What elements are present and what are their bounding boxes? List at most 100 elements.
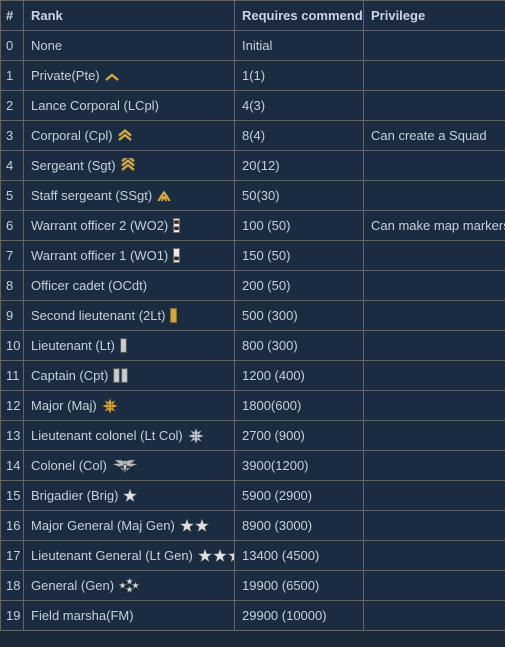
table-header-row: # Rank Requires commends Privilege bbox=[0, 0, 505, 31]
rank-number-cell: 11 bbox=[0, 360, 24, 391]
rank-number-cell: 7 bbox=[0, 240, 24, 271]
rank-number-cell: 19 bbox=[0, 600, 24, 631]
gold-oak-leaf-icon bbox=[101, 397, 118, 414]
rank-number-cell: 17 bbox=[0, 540, 24, 571]
table-row: 6 Warrant officer 2 (WO2) 100 (50) Can make… bbox=[0, 210, 505, 241]
requires-commends-cell: 150 (50) bbox=[234, 240, 364, 271]
table-row: 4 Sergeant (Sgt) 20(12) bbox=[0, 150, 505, 181]
rank-name-cell: Warrant officer 2 (WO2) bbox=[23, 210, 235, 241]
rank-label: Second lieutenant (2Lt) bbox=[31, 308, 166, 323]
requires-commends-cell: 3900(1200) bbox=[234, 450, 364, 481]
rank-number-cell: 9 bbox=[0, 300, 24, 331]
rank-number-cell: 14 bbox=[0, 450, 24, 481]
rank-label: Corporal (Cpl) bbox=[31, 128, 113, 143]
rank-name-cell: Colonel (Col) bbox=[23, 450, 235, 481]
rank-name-cell: Lieutenant colonel (Lt Col) bbox=[23, 420, 235, 451]
privilege-cell bbox=[363, 420, 505, 451]
rank-name-cell: None bbox=[23, 30, 235, 61]
rank-name-cell: Private(Pte) bbox=[23, 60, 235, 91]
table-row: 15 Brigadier (Brig) 5900 (2900) bbox=[0, 480, 505, 511]
rank-name-cell: Corporal (Cpl) bbox=[23, 120, 235, 151]
rank-name-cell: Major (Maj) bbox=[23, 390, 235, 421]
table-body: 0 None Initial 1 Private(Pte) 1(1) 2 Lance Corp… bbox=[0, 30, 505, 631]
rank-label: Lance Corporal (LCpl) bbox=[31, 98, 159, 113]
requires-commends-cell: 5900 (2900) bbox=[234, 480, 364, 511]
table-row: 2 Lance Corporal (LCpl) 4(3) bbox=[0, 90, 505, 121]
rank-name-cell: Sergeant (Sgt) bbox=[23, 150, 235, 181]
table-row: 5 Staff sergeant (SSgt) 50(30) bbox=[0, 180, 505, 211]
rank-label: Officer cadet (OCdt) bbox=[31, 278, 148, 293]
privilege-cell bbox=[363, 540, 505, 571]
table-row: 17 Lieutenant General (Lt Gen) 13400 (4500… bbox=[0, 540, 505, 571]
requires-commends-cell: 1200 (400) bbox=[234, 360, 364, 391]
rank-number-cell: 2 bbox=[0, 90, 24, 121]
silver-bar-double-icon bbox=[113, 368, 129, 383]
silver-bar-icon bbox=[119, 338, 127, 353]
rank-name-cell: Lieutenant (Lt) bbox=[23, 330, 235, 361]
rank-name-cell: Second lieutenant (2Lt) bbox=[23, 300, 235, 331]
privilege-cell: Can make map markers bbox=[363, 210, 505, 241]
table-row: 13 Lieutenant colonel (Lt Col) 2700 (900) bbox=[0, 420, 505, 451]
requires-commends-cell: 20(12) bbox=[234, 150, 364, 181]
privilege-cell bbox=[363, 30, 505, 61]
privilege-cell bbox=[363, 450, 505, 481]
wo-bar-2-icon bbox=[173, 218, 181, 233]
requires-commends-cell: 800 (300) bbox=[234, 330, 364, 361]
privilege-cell bbox=[363, 480, 505, 511]
star-3-icon bbox=[197, 548, 234, 563]
gold-chevron-3-icon bbox=[120, 158, 135, 173]
rank-name-cell: Lieutenant General (Lt Gen) bbox=[23, 540, 235, 571]
rank-label: Captain (Cpt) bbox=[31, 368, 109, 383]
rank-number-cell: 10 bbox=[0, 330, 24, 361]
privilege-cell bbox=[363, 390, 505, 421]
rank-name-cell: Captain (Cpt) bbox=[23, 360, 235, 391]
table-row: 8 Officer cadet (OCdt) 200 (50) bbox=[0, 270, 505, 301]
table-row: 14 Colonel (Col) 3900(1200) bbox=[0, 450, 505, 481]
wo-bar-1-icon bbox=[173, 248, 181, 263]
rank-name-cell: Lance Corporal (LCpl) bbox=[23, 90, 235, 121]
privilege-cell bbox=[363, 510, 505, 541]
rank-table: # Rank Requires commends Privilege 0 None… bbox=[0, 0, 505, 631]
rank-label: Warrant officer 2 (WO2) bbox=[31, 218, 169, 233]
privilege-cell bbox=[363, 360, 505, 391]
requires-commends-cell: Initial bbox=[234, 30, 364, 61]
rank-label: Lieutenant colonel (Lt Col) bbox=[31, 428, 183, 443]
requires-commends-cell: 500 (300) bbox=[234, 300, 364, 331]
rank-number-cell: 8 bbox=[0, 270, 24, 301]
requires-commends-cell: 200 (50) bbox=[234, 270, 364, 301]
table-row: 1 Private(Pte) 1(1) bbox=[0, 60, 505, 91]
rank-label: Lieutenant (Lt) bbox=[31, 338, 115, 353]
rank-number-cell: 4 bbox=[0, 150, 24, 181]
rank-label: None bbox=[31, 38, 63, 53]
gold-chevron-rocker-icon bbox=[157, 188, 171, 204]
gold-chevron-2-icon bbox=[117, 128, 132, 143]
table-row: 0 None Initial bbox=[0, 30, 505, 61]
rank-name-cell: Staff sergeant (SSgt) bbox=[23, 180, 235, 211]
requires-commends-cell: 4(3) bbox=[234, 90, 364, 121]
rank-number-cell: 16 bbox=[0, 510, 24, 541]
rank-label: Private(Pte) bbox=[31, 68, 100, 83]
rank-number-cell: 6 bbox=[0, 210, 24, 241]
requires-commends-cell: 2700 (900) bbox=[234, 420, 364, 451]
rank-label: Field marsha(FM) bbox=[31, 608, 134, 623]
privilege-cell bbox=[363, 60, 505, 91]
rank-label: Staff sergeant (SSgt) bbox=[31, 188, 153, 203]
privilege-cell bbox=[363, 180, 505, 211]
rank-number-cell: 12 bbox=[0, 390, 24, 421]
rank-name-cell: Warrant officer 1 (WO1) bbox=[23, 240, 235, 271]
requires-commends-cell: 1800(600) bbox=[234, 390, 364, 421]
star-4-cluster-icon bbox=[119, 578, 140, 593]
privilege-cell bbox=[363, 150, 505, 181]
privilege-cell bbox=[363, 330, 505, 361]
requires-commends-cell: 29900 (10000) bbox=[234, 600, 364, 631]
star-2-icon bbox=[179, 518, 209, 533]
requires-commends-cell: 13400 (4500) bbox=[234, 540, 364, 571]
rank-label: Sergeant (Sgt) bbox=[31, 158, 116, 173]
rank-name-cell: Field marsha(FM) bbox=[23, 600, 235, 631]
requires-commends-cell: 8(4) bbox=[234, 120, 364, 151]
column-header-commends: Requires commends bbox=[234, 0, 364, 31]
rank-name-cell: Brigadier (Brig) bbox=[23, 480, 235, 511]
rank-number-cell: 18 bbox=[0, 570, 24, 601]
silver-eagle-icon bbox=[112, 459, 138, 473]
rank-number-cell: 0 bbox=[0, 30, 24, 61]
